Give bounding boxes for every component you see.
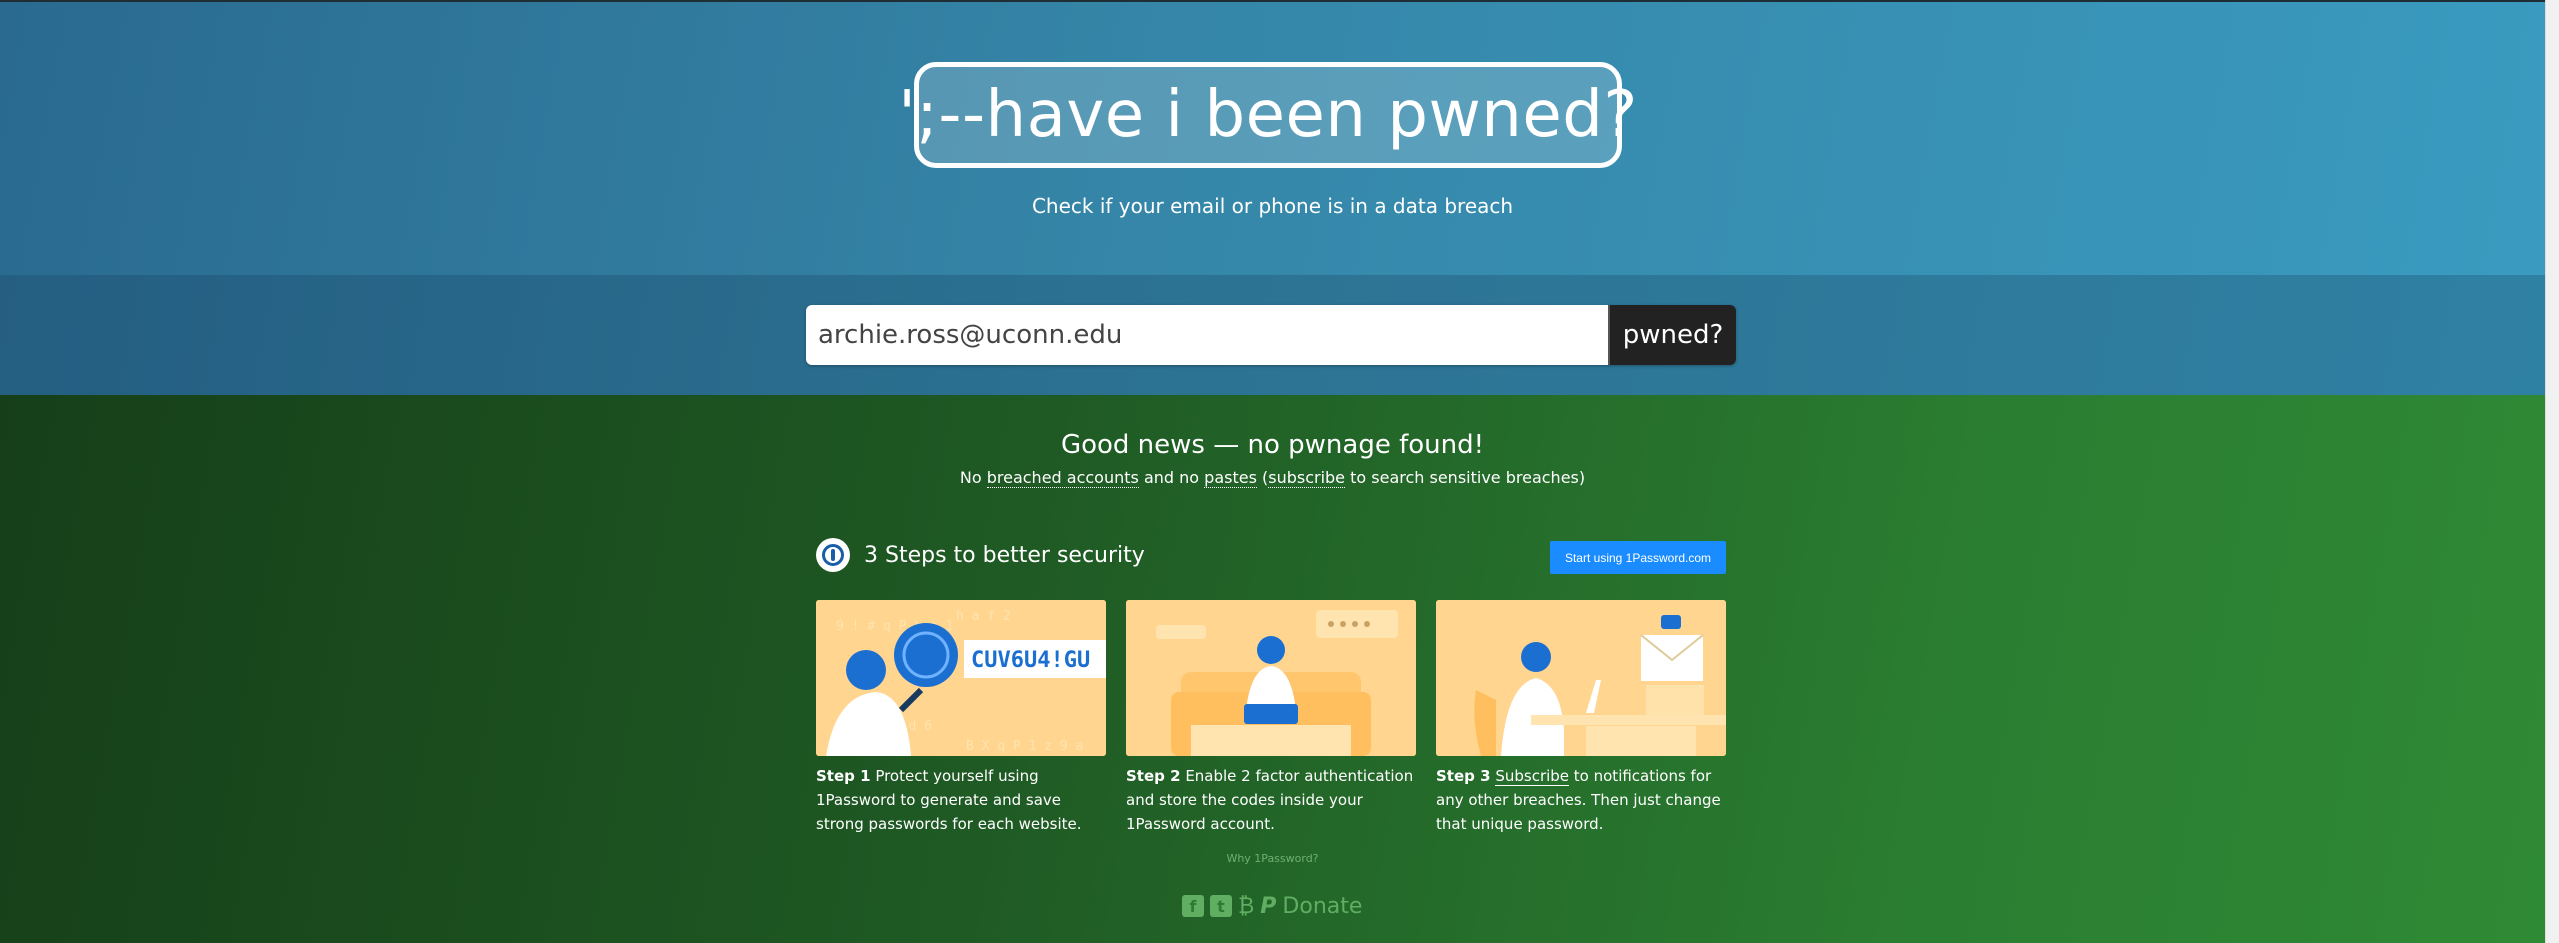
subscribe-link[interactable]: subscribe [1268,468,1346,488]
result-title: Good news — no pwnage found! [1060,430,1485,460]
donate-link[interactable]: Donate [1282,894,1362,919]
result-sub-paren: ( [1256,468,1269,487]
scrollbar[interactable] [2545,0,2559,943]
twitter-icon[interactable]: t [1210,895,1232,917]
step-card-3: Step 3 Subscribe to notifications for an… [1436,600,1726,836]
step-3-illustration [1436,600,1726,756]
result-subtitle: No breached accounts and no pastes (subs… [0,468,2545,488]
bitcoin-icon[interactable]: ₿ [1238,893,1254,919]
pastes-link[interactable]: pastes [1204,468,1257,488]
step-1-illustration: 9 ! # q P k s 1h a f 2 P x G Q d 6B X q … [816,600,1106,756]
step-3-label: Step 3 [1436,767,1491,785]
step-2-illustration [1126,600,1416,756]
steps-header: 3 Steps to better security [816,536,1145,574]
breached-accounts-link[interactable]: breached accounts [986,468,1139,488]
step-card-2: Step 2 Enable 2 factor authentication an… [1126,600,1416,836]
email-search-input[interactable] [806,305,1608,365]
result-sub-suffix: to search sensitive breaches) [1345,468,1586,487]
why-1password-link[interactable]: Why 1Password? [0,852,2545,865]
facebook-icon[interactable]: f [1182,895,1204,917]
steps-title: 3 Steps to better security [864,542,1145,568]
svg-text:h a f 2: h a f 2 [956,609,1011,624]
step-1-label: Step 1 [816,767,871,785]
1password-icon [816,538,850,572]
step-3-subscribe-link[interactable]: Subscribe [1495,767,1570,786]
tagline: Check if your email or phone is in a dat… [1031,194,1514,218]
search-form: pwned? [806,305,1736,365]
svg-text:B X q P 1 z 9 a: B X q P 1 z 9 a [966,739,1083,754]
footer-social: f t ₿ P Donate [1182,893,1362,919]
result-sub-mid: and no [1138,468,1205,487]
paypal-icon[interactable]: P [1260,894,1276,919]
step-1-text: Step 1 Protect yourself using 1Password … [816,764,1106,836]
result-sub-prefix: No [959,468,987,487]
start-1password-button[interactable]: Start using 1Password.com [1550,541,1726,574]
password-sample-text: CUV6U4!GU [971,648,1090,673]
logo-text: ';--have i been pwned? [898,78,1638,152]
step-2-label: Step 2 [1126,767,1181,785]
step-3-text: Step 3 Subscribe to notifications for an… [1436,764,1726,836]
pwned-button[interactable]: pwned? [1608,305,1736,365]
site-logo[interactable]: ';--have i been pwned? [898,62,1637,168]
step-card-1: 9 ! # q P k s 1h a f 2 P x G Q d 6B X q … [816,600,1106,836]
step-2-text: Step 2 Enable 2 factor authentication an… [1126,764,1416,836]
